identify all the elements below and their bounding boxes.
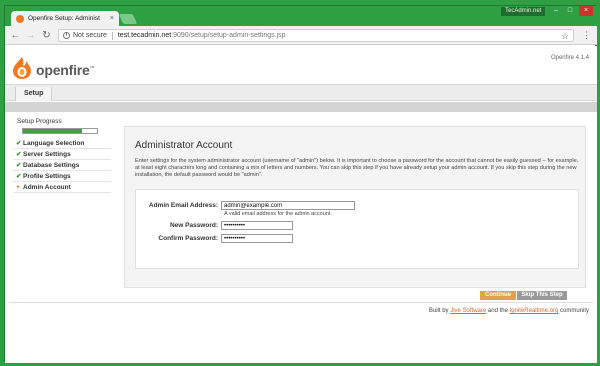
admin-account-panel: Administrator Account Enter settings for… [124,126,586,288]
logo-wordmark: openfire [36,62,90,78]
email-help-text: A valid email address for the admin acco… [224,211,332,217]
page-description: Enter settings for the system administra… [135,158,579,178]
new-password-field[interactable] [221,221,293,230]
confirm-password-field[interactable] [221,234,293,243]
browser-tab[interactable]: Openfire Setup: Administ × [11,11,119,26]
browser-menu-icon[interactable]: ⋮ [581,30,592,41]
current-step-arrow-icon: ► [16,183,21,190]
continue-button[interactable]: Continue [480,291,516,300]
footer-suffix: community [559,308,589,314]
setup-step-label: Database Settings [23,161,80,169]
setup-step-item: ► Admin Account [13,182,111,193]
new-tab-button[interactable] [118,14,138,24]
page-content: openfire™ Openfire 4.1.4 Setup Setup Pro… [5,46,597,363]
trademark-mark: ™ [89,65,95,72]
page-title: Administrator Account [135,140,233,151]
openfire-logo-text: openfire™ [36,62,95,78]
url-text[interactable]: test.tecadmin.net:9090/setup/setup-admin… [118,32,286,39]
openfire-favicon-icon [16,14,24,23]
setup-step-item: ✔ Profile Settings [13,171,111,182]
footer-prefix: Built by [428,308,449,314]
setup-step-item: ✔ Language Selection [13,138,111,149]
tab-setup[interactable]: Setup [15,87,53,101]
browser-toolbar: ← → ↻ i Not secure test.tecadmin.net:909… [5,26,597,45]
setup-step-item: ✔ Database Settings [13,160,111,171]
checkmark-icon: ✔ [16,139,22,147]
setup-steps-list: ✔ Language Selection ✔ Server Settings ✔ Data… [13,138,111,193]
footer-middle: and the [487,308,508,314]
footer-divider [9,302,593,303]
back-icon[interactable]: ← [10,30,21,41]
forward-icon[interactable]: → [25,30,36,41]
email-label: Admin Email Address: [148,202,218,209]
setup-progress-fill [23,129,83,133]
admin-form: Admin Email Address: A valid email addre… [135,189,579,269]
sub-nav-bar [5,102,597,112]
tab-title: Openfire Setup: Administ [28,15,100,22]
close-window-icon[interactable]: × [579,6,593,16]
footer: Built by Jive Software and the IgniteRea… [429,308,589,314]
window-label: TecAdmin.net [501,7,546,16]
address-separator [111,31,113,40]
minimize-icon[interactable]: – [549,6,563,16]
openfire-header: openfire™ Openfire 4.1.4 [5,46,597,84]
browser-window: Openfire Setup: Administ × TecAdmin.net … [4,5,597,363]
address-bar[interactable]: i Not secure test.tecadmin.net:9090/setu… [58,29,574,42]
setup-step-item: ✔ Server Settings [13,149,111,160]
jive-software-link[interactable]: Jive Software [450,308,486,314]
version-label: Openfire 4.1.4 [550,55,589,61]
setup-progress-label: Setup Progress [17,118,62,125]
url-host: test.tecadmin.net [117,32,172,39]
new-password-label: New Password: [169,222,218,229]
setup-step-label: Profile Settings [23,172,71,180]
new-password-row: New Password: [136,221,293,230]
setup-sidebar: Setup Progress ✔ Language Selection ✔ Serve… [13,116,111,193]
email-field[interactable] [221,201,355,210]
setup-progress-bar [22,128,98,134]
checkmark-icon: ✔ [16,161,22,169]
checkmark-icon: ✔ [16,150,22,158]
confirm-password-label: Confirm Password: [158,235,218,242]
setup-step-label: Server Settings [23,150,71,158]
confirm-password-row: Confirm Password: [136,234,293,243]
tab-bar: Openfire Setup: Administ × TecAdmin.net … [5,6,597,26]
openfire-logo-icon [13,57,31,79]
main-nav: Setup [5,84,597,101]
email-row: Admin Email Address: [136,201,355,210]
bookmark-star-icon[interactable]: ☆ [561,31,569,42]
url-path: :9090/setup/setup-admin-settings.jsp [171,32,286,39]
reload-icon[interactable]: ↻ [41,30,52,41]
setup-step-label: Admin Account [23,183,71,191]
igniterealtime-link[interactable]: IgniteRealtime.org [510,308,559,314]
checkmark-icon: ✔ [16,172,22,180]
skip-step-button[interactable]: Skip This Step [517,291,567,300]
setup-step-label: Language Selection [23,139,85,147]
maximize-icon[interactable]: □ [563,6,577,16]
tab-close-icon[interactable]: × [110,15,114,22]
security-label: Not secure [73,32,107,39]
info-icon[interactable]: i [63,32,70,39]
